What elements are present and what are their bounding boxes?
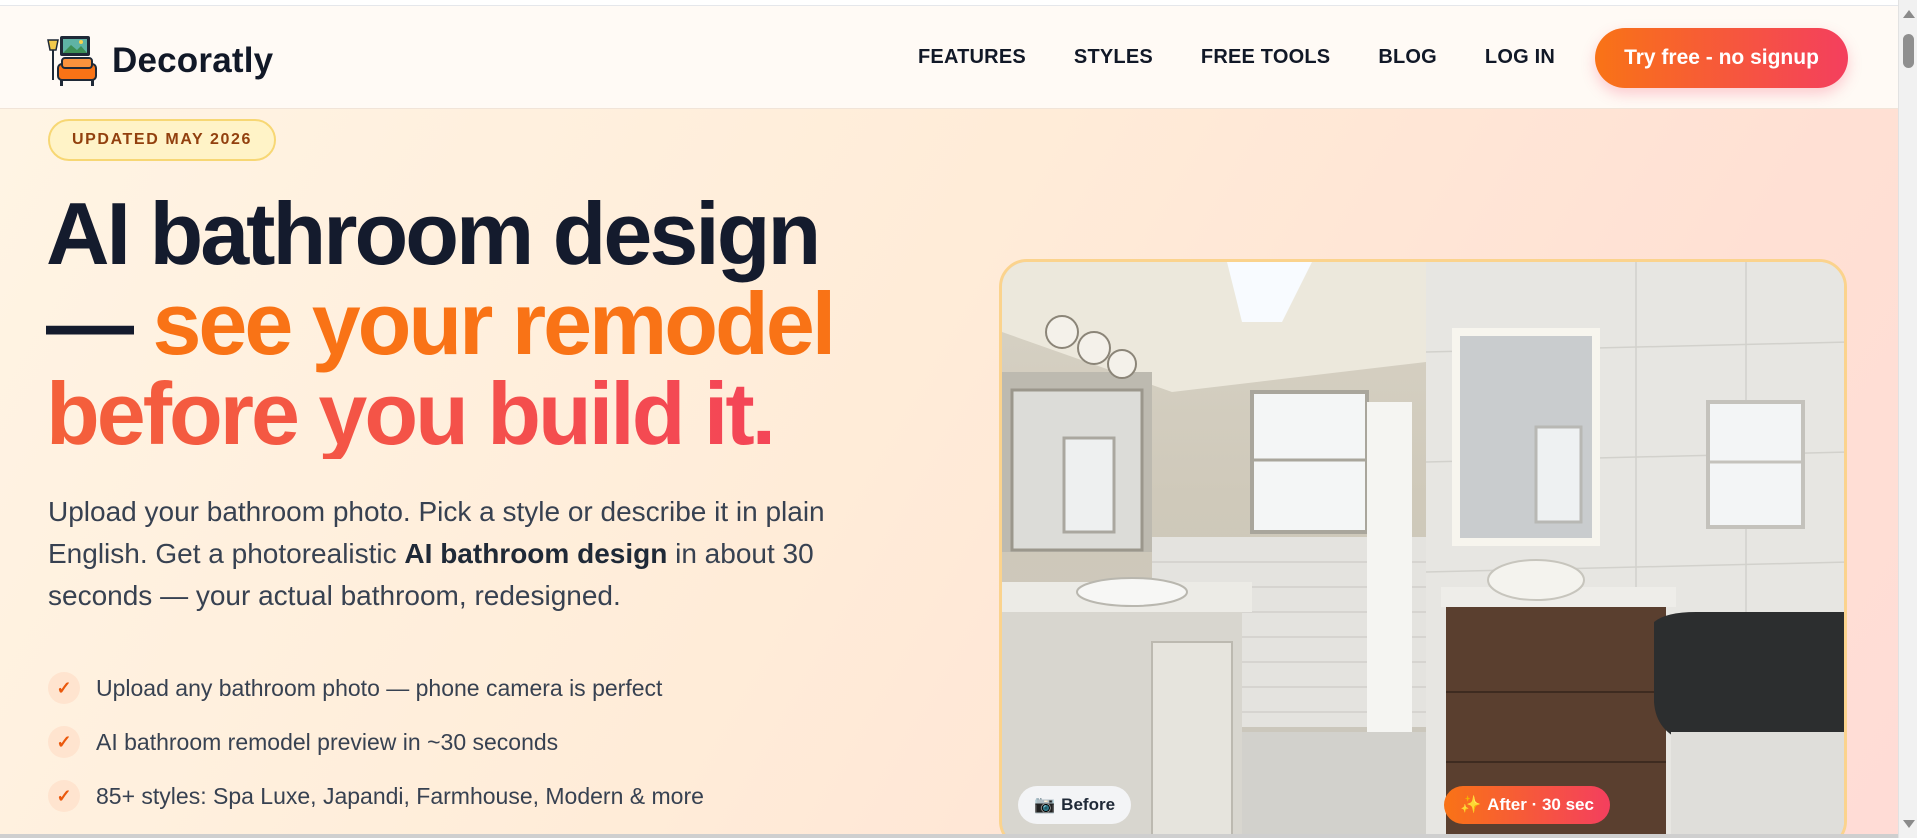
brand-name: Decoratly bbox=[112, 41, 274, 80]
lead-bold: AI bathroom design bbox=[404, 538, 668, 569]
sparkle-icon: ✨ bbox=[1460, 795, 1482, 814]
hero-lead: Upload your bathroom photo. Pick a style… bbox=[48, 491, 908, 617]
main-nav: FEATURES STYLES FREE TOOLS BLOG LOG IN bbox=[918, 46, 1603, 69]
check-icon: ✓ bbox=[48, 726, 80, 758]
scroll-thumb[interactable] bbox=[1903, 34, 1914, 68]
camera-icon: 📷 bbox=[1034, 795, 1056, 814]
scroll-up-icon[interactable] bbox=[1903, 10, 1915, 18]
try-free-button[interactable]: Try free - no signup bbox=[1595, 28, 1848, 88]
after-image: ✨ After · 30 sec bbox=[1426, 262, 1844, 838]
before-label: 📷 Before bbox=[1018, 786, 1132, 824]
feature-checklist: ✓ Upload any bathroom photo — phone came… bbox=[48, 661, 948, 823]
after-label-text: After · 30 sec bbox=[1487, 795, 1594, 814]
headline-line-1: AI bathroom design bbox=[46, 184, 821, 283]
list-item: ✓ 85+ styles: Spa Luxe, Japandi, Farmhou… bbox=[48, 769, 948, 823]
check-icon: ✓ bbox=[48, 780, 80, 812]
hero-section: UPDATED MAY 2026 AI bathroom design — se… bbox=[0, 109, 1898, 838]
nav-features[interactable]: FEATURES bbox=[918, 46, 1026, 69]
page-scrollbar[interactable] bbox=[1898, 0, 1917, 838]
nav-free-tools[interactable]: FREE TOOLS bbox=[1201, 46, 1330, 69]
check-text: AI bathroom remodel preview in ~30 secon… bbox=[96, 728, 559, 755]
nav-blog[interactable]: BLOG bbox=[1378, 46, 1437, 69]
scroll-down-icon[interactable] bbox=[1903, 820, 1915, 828]
before-after-comparison[interactable]: 📷 Before ✨ After · 30 sec bbox=[999, 259, 1847, 838]
after-label: ✨ After · 30 sec bbox=[1444, 786, 1610, 824]
check-text: Upload any bathroom photo — phone camera… bbox=[96, 674, 663, 701]
headline-line-3: before you build it. bbox=[46, 369, 946, 459]
site-header: Decoratly FEATURES STYLES FREE TOOLS BLO… bbox=[0, 6, 1898, 109]
check-text: 85+ styles: Spa Luxe, Japandi, Farmhouse… bbox=[96, 782, 704, 809]
headline-line-2: — see your remodel bbox=[46, 279, 946, 369]
page-bottom-edge bbox=[0, 834, 1898, 838]
headline-dash: — bbox=[46, 274, 153, 373]
hero-headline: AI bathroom design — see your remodel be… bbox=[46, 189, 946, 459]
before-label-text: Before bbox=[1061, 795, 1116, 814]
updated-badge: UPDATED MAY 2026 bbox=[48, 119, 277, 161]
nav-styles[interactable]: STYLES bbox=[1074, 46, 1153, 69]
headline-highlight: see your remodel bbox=[152, 274, 836, 373]
nav-log-in[interactable]: LOG IN bbox=[1485, 46, 1555, 69]
logo-icon bbox=[46, 34, 102, 88]
before-image: 📷 Before bbox=[1002, 262, 1426, 838]
logo[interactable]: Decoratly bbox=[46, 34, 273, 88]
list-item: ✓ Upload any bathroom photo — phone came… bbox=[48, 661, 948, 715]
list-item: ✓ AI bathroom remodel preview in ~30 sec… bbox=[48, 715, 948, 769]
check-icon: ✓ bbox=[48, 672, 80, 704]
